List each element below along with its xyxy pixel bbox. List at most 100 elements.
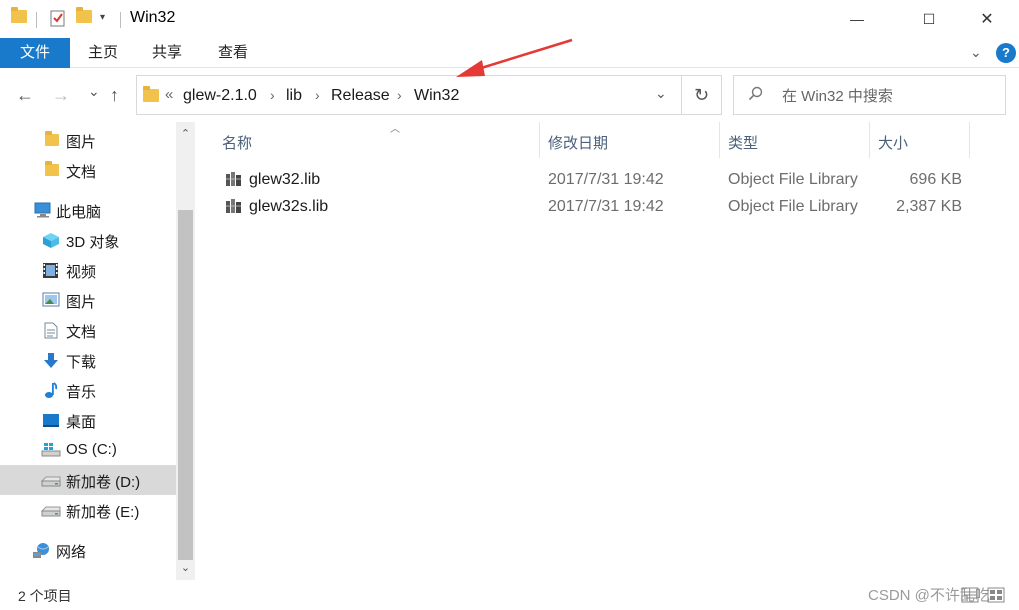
scroll-down-arrow[interactable]: ⌄ xyxy=(176,558,195,578)
library-file-icon xyxy=(226,199,242,213)
breadcrumb-separator[interactable]: › xyxy=(270,87,275,103)
sidebar-scrollbar[interactable]: ⌃ ⌄ xyxy=(176,122,195,580)
chevron-down-icon[interactable]: ⌄ xyxy=(970,44,982,61)
refresh-button[interactable]: ↻ xyxy=(682,75,722,115)
scroll-thumb[interactable] xyxy=(178,210,193,560)
search-icon xyxy=(748,86,764,107)
sidebar-item-3d-objects[interactable]: 3D 对象 xyxy=(0,225,176,255)
search-input[interactable] xyxy=(782,84,997,108)
sidebar-item-label: 此电脑 xyxy=(56,204,102,221)
help-button[interactable]: ? xyxy=(996,43,1016,63)
column-header-name[interactable]: ︿ 名称 xyxy=(214,122,540,158)
file-type: Object File Library xyxy=(728,198,858,215)
minimize-button[interactable]: — xyxy=(834,0,880,38)
column-header-label: 类型 xyxy=(728,135,759,152)
file-type: Object File Library xyxy=(728,171,858,188)
video-icon xyxy=(42,262,59,278)
view-toggle[interactable] xyxy=(960,586,1010,604)
title-bar: ▾ Win32 — ☐ ✕ xyxy=(0,0,1019,38)
file-name: glew32s.lib xyxy=(249,198,329,215)
close-button[interactable]: ✕ xyxy=(964,0,1010,38)
address-bar[interactable]: « glew-2.1.0 › lib › Release › Win32 ⌄ xyxy=(136,75,682,115)
sidebar-item-label: 图片 xyxy=(66,294,97,311)
computer-icon xyxy=(34,202,51,218)
sidebar-item-documents[interactable]: 文档 xyxy=(0,315,176,345)
maximize-button[interactable]: ☐ xyxy=(906,0,952,38)
breadcrumb-glew[interactable]: glew-2.1.0 xyxy=(183,87,257,105)
sidebar-item-drive-c[interactable]: OS (C:) xyxy=(0,435,176,465)
breadcrumb-lib[interactable]: lib xyxy=(286,87,302,105)
breadcrumb-release[interactable]: Release xyxy=(331,87,390,105)
chevron-down-icon[interactable]: ⌄ xyxy=(655,85,667,102)
tab-home[interactable]: 主页 xyxy=(88,38,118,68)
column-header-date[interactable]: 修改日期 xyxy=(540,122,720,158)
breadcrumb-overflow[interactable]: « xyxy=(165,86,173,103)
sort-ascending-icon: ︿ xyxy=(390,124,400,135)
customize-toolbar-icon[interactable]: ▾ xyxy=(100,12,105,23)
sidebar-item-network[interactable]: 网络 xyxy=(0,535,176,565)
sidebar-item-label: 桌面 xyxy=(66,414,97,431)
column-header-label: 大小 xyxy=(878,135,909,152)
sidebar-item-downloads[interactable]: 下载 xyxy=(0,345,176,375)
tab-file[interactable]: 文件 xyxy=(0,38,70,68)
sidebar-item-label: 3D 对象 xyxy=(66,234,120,251)
sidebar-item-label: OS (C:) xyxy=(66,441,117,458)
column-header-type[interactable]: 类型 xyxy=(720,122,870,158)
recent-locations-button[interactable]: ⌄ xyxy=(88,83,100,100)
scroll-up-arrow[interactable]: ⌃ xyxy=(176,124,195,144)
sidebar-item-drive-e[interactable]: 新加卷 (E:) xyxy=(0,495,176,525)
separator xyxy=(36,12,37,28)
pictures-icon xyxy=(42,292,60,308)
column-header-label: 修改日期 xyxy=(548,135,609,152)
window-title: Win32 xyxy=(130,9,176,26)
column-header-label: 名称 xyxy=(222,135,253,152)
column-header-size[interactable]: 大小 xyxy=(870,122,970,158)
desktop-icon xyxy=(42,412,59,428)
music-icon xyxy=(44,382,61,398)
sidebar-item-label: 文档 xyxy=(66,164,97,181)
navigation-bar: ← → ⌄ ↑ « glew-2.1.0 › lib › Release › W… xyxy=(0,68,1019,122)
sidebar-item-label: 下载 xyxy=(66,354,97,371)
search-box[interactable] xyxy=(733,75,1006,115)
sidebar-item-label: 音乐 xyxy=(66,384,97,401)
new-folder-icon[interactable] xyxy=(76,7,92,23)
drive-icon xyxy=(40,502,61,518)
back-button[interactable]: ← xyxy=(16,85,34,106)
sidebar-item-this-pc[interactable]: 此电脑 xyxy=(0,195,176,225)
documents-icon xyxy=(43,322,60,339)
file-size: 696 KB xyxy=(909,171,962,188)
breadcrumb-separator[interactable]: › xyxy=(315,87,320,103)
sidebar-item-videos[interactable]: 视频 xyxy=(0,255,176,285)
navigation-pane: 图片 文档 此电脑 3D 对象 视频 图片 文档 下载 音乐 桌面 OS (C:… xyxy=(0,122,176,580)
breadcrumb-separator[interactable]: › xyxy=(397,87,402,103)
forward-button[interactable]: → xyxy=(52,85,70,106)
folder-icon xyxy=(11,7,27,23)
sidebar-item-label: 网络 xyxy=(56,544,87,561)
folder-icon xyxy=(45,131,62,150)
folder-icon xyxy=(143,86,159,102)
sidebar-item-label: 新加卷 (D:) xyxy=(66,474,141,491)
sidebar-item-music[interactable]: 音乐 xyxy=(0,375,176,405)
separator xyxy=(120,12,121,28)
ribbon-tabs: 文件 主页 共享 查看 ⌄ ? xyxy=(0,38,1019,68)
properties-icon[interactable] xyxy=(50,9,66,31)
sidebar-item-desktop[interactable]: 桌面 xyxy=(0,405,176,435)
sidebar-item-label: 新加卷 (E:) xyxy=(66,504,140,521)
3d-objects-icon xyxy=(42,232,59,248)
sidebar-item-label: 图片 xyxy=(66,134,97,151)
up-button[interactable]: ↑ xyxy=(110,85,119,106)
tab-share[interactable]: 共享 xyxy=(152,38,182,68)
sidebar-item-pictures[interactable]: 图片 xyxy=(0,285,176,315)
table-row[interactable]: glew32s.lib 2017/7/31 19:42 Object File … xyxy=(222,193,982,220)
item-count: 2 个项目 xyxy=(18,588,72,604)
sidebar-item-label: 视频 xyxy=(66,264,97,281)
library-file-icon xyxy=(226,172,242,186)
table-row[interactable]: glew32.lib 2017/7/31 19:42 Object File L… xyxy=(222,166,982,193)
tab-view[interactable]: 查看 xyxy=(218,38,248,68)
breadcrumb-win32[interactable]: Win32 xyxy=(414,87,459,105)
sidebar-item-drive-d[interactable]: 新加卷 (D:) xyxy=(0,465,176,495)
sidebar-item-label: 文档 xyxy=(66,324,97,341)
file-date: 2017/7/31 19:42 xyxy=(548,171,664,188)
sidebar-item-pictures-quick[interactable]: 图片 xyxy=(0,125,176,155)
sidebar-item-documents-quick[interactable]: 文档 xyxy=(0,155,176,185)
